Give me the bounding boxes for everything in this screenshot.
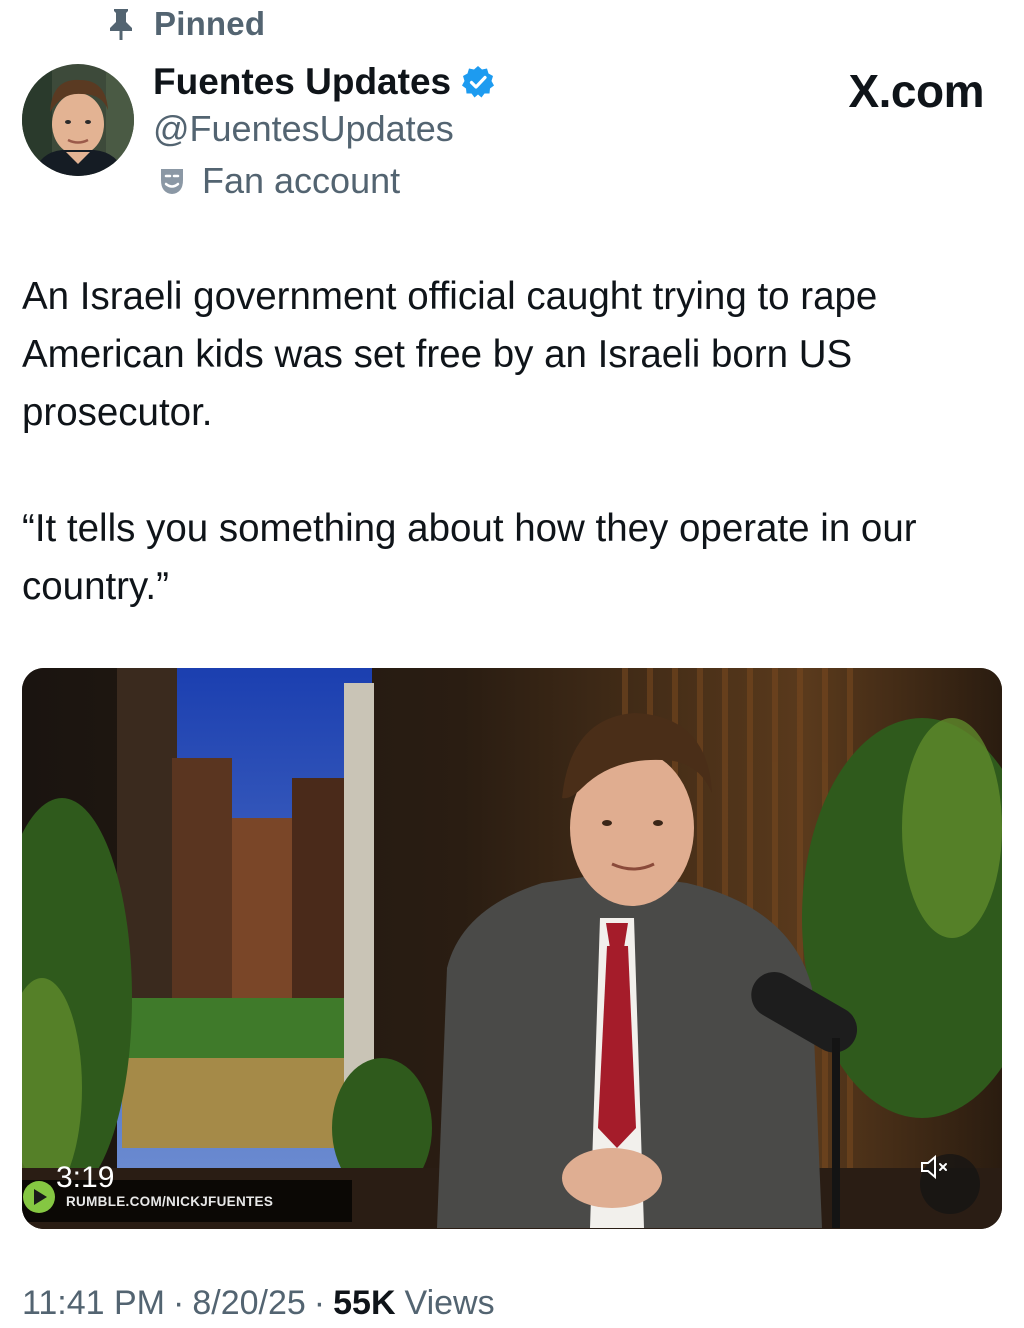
post-meta: 11:41 PM · 8/20/25 · 55K Views bbox=[22, 1284, 495, 1323]
brand-watermark: X.com bbox=[848, 65, 984, 117]
author-name-row[interactable]: Fuentes Updates bbox=[153, 60, 495, 104]
pin-icon bbox=[106, 6, 136, 42]
account-label: Fan account bbox=[158, 160, 400, 202]
pinned-indicator: Pinned bbox=[106, 4, 265, 44]
post-quote: “It tells you something about how they o… bbox=[22, 507, 917, 608]
pinned-label: Pinned bbox=[154, 5, 266, 42]
post-time[interactable]: 11:41 PM bbox=[22, 1284, 165, 1323]
meta-separator: · bbox=[313, 1284, 326, 1322]
avatar[interactable] bbox=[22, 64, 134, 176]
post-paragraph: An Israeli government official caught tr… bbox=[22, 275, 878, 434]
video-thumbnail bbox=[22, 668, 1002, 1229]
video-source-label: RUMBLE.COM/NICKJFUENTES bbox=[66, 1193, 274, 1209]
account-label-text: Fan account bbox=[202, 160, 401, 201]
video-player[interactable]: 3:19 RUMBLE.COM/NICKJFUENTES bbox=[22, 668, 1002, 1229]
verified-badge-icon[interactable] bbox=[461, 65, 495, 99]
views-label[interactable]: Views bbox=[405, 1284, 495, 1323]
mute-toggle-button[interactable] bbox=[920, 1154, 980, 1214]
views-count[interactable]: 55K bbox=[333, 1284, 395, 1323]
meta-separator: · bbox=[173, 1284, 185, 1322]
display-name[interactable]: Fuentes Updates bbox=[153, 61, 451, 103]
post-body: An Israeli government official caught tr… bbox=[22, 268, 1002, 616]
post-date[interactable]: 8/20/25 bbox=[192, 1284, 305, 1323]
rumble-logo-icon bbox=[23, 1181, 58, 1218]
video-duration: 3:19 bbox=[56, 1161, 115, 1194]
theater-masks-icon bbox=[158, 166, 186, 196]
author-handle[interactable]: @FuentesUpdates bbox=[153, 108, 454, 150]
